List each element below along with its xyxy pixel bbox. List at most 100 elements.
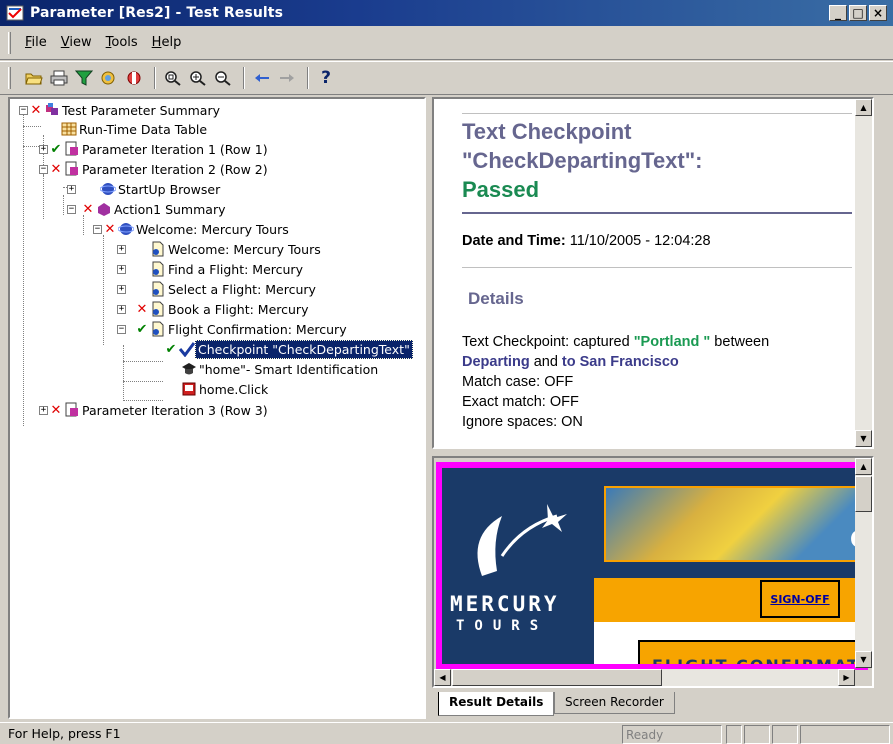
minimize-button[interactable]: _ <box>829 5 847 21</box>
expand-icon[interactable]: + <box>117 244 126 254</box>
expand-icon[interactable]: + <box>117 304 126 314</box>
capture-horizontal-scrollbar[interactable]: ◀ ▶ <box>434 669 855 686</box>
tree-node-book-a-flight[interactable]: + ✕ Book a Flight: Mercury <box>117 299 310 319</box>
tree-node-label: Find a Flight: Mercury <box>168 261 303 277</box>
scroll-right-button[interactable]: ▶ <box>838 669 855 686</box>
tree-node-smart-identification[interactable]: "home"- Smart Identification <box>181 359 380 379</box>
zoom-in-icon <box>190 71 206 86</box>
menu-file[interactable]: File <box>25 35 47 50</box>
scroll-left-button[interactable]: ◀ <box>434 669 451 686</box>
tree-node-startup-browser[interactable]: + StartUp Browser <box>67 179 222 199</box>
tree-node-iteration-1[interactable]: + ✔ Parameter Iteration 1 (Row 1) <box>39 139 270 159</box>
scroll-up-button[interactable]: ▲ <box>855 99 872 116</box>
iteration-icon <box>65 402 78 417</box>
toolbar: ? <box>0 61 893 95</box>
status-bar: For Help, press F1 Ready <box>0 722 893 744</box>
tree-node-home-click[interactable]: home.Click <box>181 379 270 399</box>
maximize-icon: □ <box>852 6 864 20</box>
scroll-thumb[interactable] <box>855 476 872 512</box>
expand-icon[interactable]: + <box>39 144 48 154</box>
maximize-button[interactable]: □ <box>849 5 867 21</box>
screen-capture-pane: O SIGN-OFF MERCURY TOURS FLIGHT CONFIRMA… <box>432 456 874 688</box>
settings-icon <box>127 71 141 85</box>
smart-identification-icon <box>182 363 196 375</box>
status-cell <box>744 725 770 744</box>
checkpoint-status: Passed <box>462 177 540 202</box>
checkpoint-title: Text Checkpoint "CheckDepartingText": Pa… <box>462 117 852 204</box>
scroll-up-button[interactable]: ▲ <box>855 458 872 475</box>
zoom-out-button[interactable] <box>212 67 234 89</box>
open-button[interactable] <box>23 67 45 89</box>
zoom-fit-button[interactable] <box>162 67 184 89</box>
test-summary-icon <box>46 103 58 115</box>
tree-node-label: Select a Flight: Mercury <box>168 281 316 297</box>
help-button[interactable]: ? <box>315 67 337 89</box>
collapse-icon[interactable]: − <box>67 204 76 214</box>
tree-node-run-time-data-table[interactable]: Run-Time Data Table <box>61 119 209 139</box>
menu-tools[interactable]: Tools <box>106 35 138 50</box>
tree-node-label: Checkpoint "CheckDepartingText" <box>195 339 413 359</box>
help-icon: ? <box>321 68 331 88</box>
tree-node-label: Test Parameter Summary <box>62 102 221 118</box>
tree-node-welcome-browser[interactable]: − ✕ Welcome: Mercury Tours <box>93 219 291 239</box>
divider <box>462 267 852 268</box>
page-icon <box>152 301 164 317</box>
close-icon: × <box>872 6 884 20</box>
back-button[interactable] <box>251 67 273 89</box>
expand-icon[interactable]: + <box>117 284 126 294</box>
iteration-icon <box>65 141 78 156</box>
tours-wordmark: TOURS <box>456 618 549 634</box>
date-time: Date and Time: 11/10/2005 - 12:04:28 <box>462 233 711 249</box>
page-icon <box>152 281 164 297</box>
scroll-down-button[interactable]: ▼ <box>855 430 872 447</box>
tree-node-action1-summary[interactable]: − ✕ Action1 Summary <box>67 199 227 219</box>
tree-node-iteration-2[interactable]: − ✕ Parameter Iteration 2 (Row 2) <box>39 159 270 179</box>
forward-button[interactable] <box>276 67 298 89</box>
tree-node-select-a-flight[interactable]: + Select a Flight: Mercury <box>117 279 318 299</box>
back-arrow-icon <box>255 74 269 82</box>
tree-node-iteration-3[interactable]: + ✕ Parameter Iteration 3 (Row 3) <box>39 400 270 420</box>
tab-screen-recorder[interactable]: Screen Recorder <box>554 692 675 714</box>
tree-node-label: Parameter Iteration 1 (Row 1) <box>82 141 268 157</box>
settings-button[interactable] <box>123 67 145 89</box>
capture-vertical-scrollbar[interactable]: ▲ ▼ <box>855 458 872 668</box>
menu-view[interactable]: View <box>61 35 92 50</box>
tree-node-checkpoint[interactable]: ✔ Checkpoint "CheckDepartingText" <box>163 339 413 359</box>
toolbar-separator <box>154 67 156 89</box>
menu-help[interactable]: Help <box>152 35 182 50</box>
details-body: Text Checkpoint: captured "Portland " be… <box>462 334 770 430</box>
tree-node-find-a-flight[interactable]: + Find a Flight: Mercury <box>117 259 305 279</box>
print-icon <box>50 70 68 86</box>
collapse-icon[interactable]: − <box>93 224 102 234</box>
sign-off-link[interactable]: SIGN-OFF <box>760 580 840 618</box>
tree-node-label: Parameter Iteration 3 (Row 3) <box>82 402 268 418</box>
expand-icon[interactable]: + <box>39 405 48 415</box>
expand-icon[interactable]: + <box>117 264 126 274</box>
details-vertical-scrollbar[interactable]: ▲ ▼ <box>855 99 872 447</box>
filter-button[interactable] <box>73 67 95 89</box>
tree-node-welcome-page[interactable]: + Welcome: Mercury Tours <box>117 239 323 259</box>
minimize-icon: _ <box>835 6 841 20</box>
collapse-icon[interactable]: − <box>19 105 28 115</box>
mercury-logo-icon <box>477 504 567 576</box>
data-table-icon <box>61 122 77 136</box>
zoom-in-button[interactable] <box>187 67 209 89</box>
scroll-down-button[interactable]: ▼ <box>855 651 872 668</box>
print-button[interactable] <box>48 67 70 89</box>
tree-node-test-parameter-summary[interactable]: − ✕ Test Parameter Summary <box>19 100 222 120</box>
tree-node-label: Welcome: Mercury Tours <box>136 221 289 237</box>
tree-node-label: Flight Confirmation: Mercury <box>168 321 347 337</box>
failed-x-icon: ✕ <box>30 102 42 118</box>
divider <box>462 113 852 114</box>
scroll-thumb[interactable] <box>452 669 662 686</box>
status-ready: Ready <box>622 725 722 744</box>
collapse-icon[interactable]: − <box>39 164 48 174</box>
tab-result-details[interactable]: Result Details <box>438 692 555 716</box>
collapse-icon[interactable]: − <box>117 324 126 334</box>
find-button[interactable] <box>98 67 120 89</box>
failed-x-icon: ✕ <box>136 301 148 317</box>
results-tree: − ✕ Test Parameter Summary Run-Time Data… <box>10 99 424 717</box>
tree-node-flight-confirmation[interactable]: − ✔ Flight Confirmation: Mercury <box>117 319 349 339</box>
expand-icon[interactable]: + <box>67 184 76 194</box>
close-button[interactable]: × <box>869 5 887 21</box>
